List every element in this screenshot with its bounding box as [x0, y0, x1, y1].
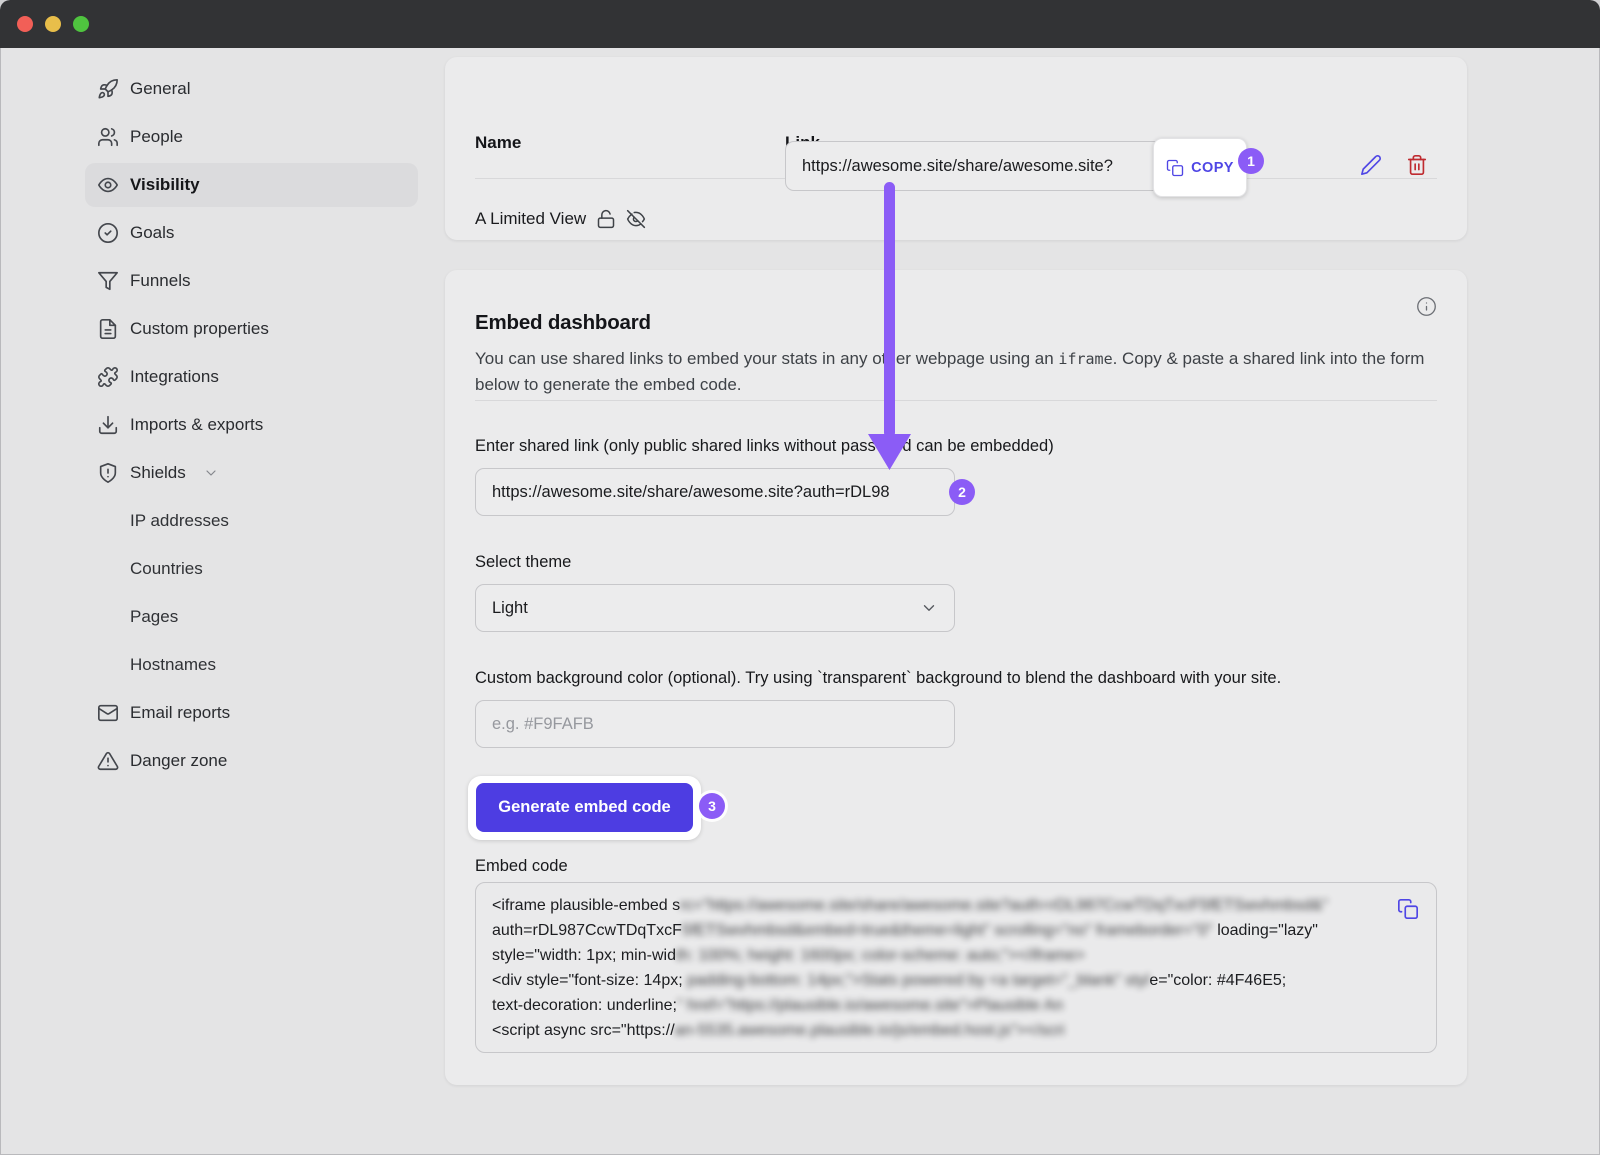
annotation-step-1-badge: 1: [1238, 148, 1264, 174]
shared-link-row-name: A Limited View: [475, 209, 646, 229]
embed-code-textarea[interactable]: <iframe plausible-embed src="https://awe…: [475, 882, 1437, 1053]
zoom-window-button[interactable]: [73, 16, 89, 32]
trash-icon: [1406, 154, 1428, 176]
sidebar-item-people[interactable]: People: [85, 115, 418, 159]
generate-embed-code-button[interactable]: Generate embed code: [476, 783, 693, 832]
check-circle-icon: [97, 222, 119, 244]
minimize-window-button[interactable]: [45, 16, 61, 32]
sidebar-item-label: Custom properties: [130, 319, 269, 339]
sidebar-item-label: Goals: [130, 223, 174, 243]
embed-code-label: Embed code: [475, 857, 568, 876]
embed-code-line: text-decoration: underline;" href="https…: [492, 993, 1420, 1018]
annotation-step-3-badge: 3: [699, 793, 725, 819]
embed-description: You can use shared links to embed your s…: [475, 346, 1435, 398]
theme-selected-value: Light: [492, 599, 528, 618]
shared-link-input[interactable]: [475, 468, 955, 516]
eye-icon: [97, 174, 119, 196]
edit-shared-link-button[interactable]: [1360, 154, 1382, 176]
pencil-icon: [1360, 154, 1382, 176]
sidebar-item-label: People: [130, 127, 183, 147]
annotation-step-2-badge: 2: [949, 479, 975, 505]
shared-link-input-label: Enter shared link (only public shared li…: [475, 437, 1054, 456]
sidebar-item-label: Shields: [130, 463, 186, 483]
download-icon: [97, 414, 119, 436]
sidebar-item-general[interactable]: General: [85, 67, 418, 111]
sidebar-item-label: Danger zone: [130, 751, 227, 771]
background-color-label: Custom background color (optional). Try …: [475, 669, 1281, 688]
embed-dashboard-title: Embed dashboard: [475, 311, 651, 335]
sidebar-item-label: Imports & exports: [130, 415, 263, 435]
iframe-code-text: iframe: [1058, 350, 1112, 368]
select-theme-label: Select theme: [475, 553, 571, 572]
sidebar-item-label: Countries: [130, 559, 203, 579]
rocket-icon: [97, 78, 119, 100]
sidebar-item-custom-properties[interactable]: Custom properties: [85, 307, 418, 351]
sidebar-item-label: Hostnames: [130, 655, 216, 675]
sidebar-item-pages[interactable]: Pages: [85, 595, 418, 639]
chevron-down-icon: [920, 599, 938, 617]
sidebar-item-integrations[interactable]: Integrations: [85, 355, 418, 399]
sidebar-item-email-reports[interactable]: Email reports: [85, 691, 418, 735]
eye-off-icon: [626, 209, 646, 229]
embed-dashboard-card: Embed dashboard You can use shared links…: [445, 270, 1467, 1085]
close-window-button[interactable]: [17, 16, 33, 32]
sidebar-item-imports-exports[interactable]: Imports & exports: [85, 403, 418, 447]
document-icon: [97, 318, 119, 340]
shared-links-card: Name Link A Limited View https://awesome…: [445, 57, 1467, 240]
delete-shared-link-button[interactable]: [1406, 154, 1428, 176]
app-window: General People Visibility Goals Funnels …: [0, 0, 1600, 1155]
users-icon: [97, 126, 119, 148]
embed-code-line: <div style="font-size: 14px; padding-bot…: [492, 968, 1420, 993]
column-header-name: Name: [475, 133, 521, 153]
shield-icon: [97, 462, 119, 484]
sidebar-item-label: Funnels: [130, 271, 190, 291]
sidebar-item-countries[interactable]: Countries: [85, 547, 418, 591]
sidebar-item-funnels[interactable]: Funnels: [85, 259, 418, 303]
theme-select[interactable]: Light: [475, 584, 955, 632]
sidebar-item-label: General: [130, 79, 190, 99]
copy-link-button[interactable]: COPY: [1153, 138, 1247, 197]
window-titlebar: [0, 0, 1600, 48]
background-color-input[interactable]: [475, 700, 955, 748]
embed-code-line: auth=rDL987CcwTDqTxcF5fETSwvhmbsd&embed=…: [492, 918, 1420, 943]
funnel-icon: [97, 270, 119, 292]
sidebar-item-ip-addresses[interactable]: IP addresses: [85, 499, 418, 543]
sidebar-item-label: Visibility: [130, 175, 200, 195]
embed-code-line: style="width: 1px; min-width: 100%; heig…: [492, 943, 1420, 968]
mail-icon: [97, 702, 119, 724]
embed-code-line: <iframe plausible-embed src="https://awe…: [492, 893, 1420, 918]
shared-link-url: https://awesome.site/share/awesome.site?: [802, 157, 1113, 176]
sidebar-item-visibility[interactable]: Visibility: [85, 163, 418, 207]
puzzle-icon: [97, 366, 119, 388]
chevron-down-icon: [203, 465, 219, 481]
settings-sidebar: General People Visibility Goals Funnels …: [0, 48, 445, 1155]
sidebar-item-label: Email reports: [130, 703, 230, 723]
sidebar-item-danger-zone[interactable]: Danger zone: [85, 739, 418, 783]
copy-embed-code-button[interactable]: [1397, 898, 1419, 920]
info-button[interactable]: [1416, 296, 1438, 318]
unlock-icon: [596, 209, 616, 229]
copy-button-label: COPY: [1191, 160, 1234, 176]
copy-icon: [1166, 159, 1184, 177]
copy-icon: [1397, 898, 1419, 920]
description-text: You can use shared links to embed your s…: [475, 349, 1058, 368]
sidebar-item-goals[interactable]: Goals: [85, 211, 418, 255]
sidebar-item-label: IP addresses: [130, 511, 229, 531]
sidebar-item-label: Pages: [130, 607, 178, 627]
section-divider: [475, 400, 1437, 401]
sidebar-item-hostnames[interactable]: Hostnames: [85, 643, 418, 687]
sidebar-item-shields[interactable]: Shields: [85, 451, 418, 495]
shared-link-name: A Limited View: [475, 209, 586, 229]
info-icon: [1416, 296, 1437, 317]
sidebar-item-label: Integrations: [130, 367, 219, 387]
alert-triangle-icon: [97, 750, 119, 772]
embed-code-line: <script async src="https://an-5535.aweso…: [492, 1018, 1420, 1043]
